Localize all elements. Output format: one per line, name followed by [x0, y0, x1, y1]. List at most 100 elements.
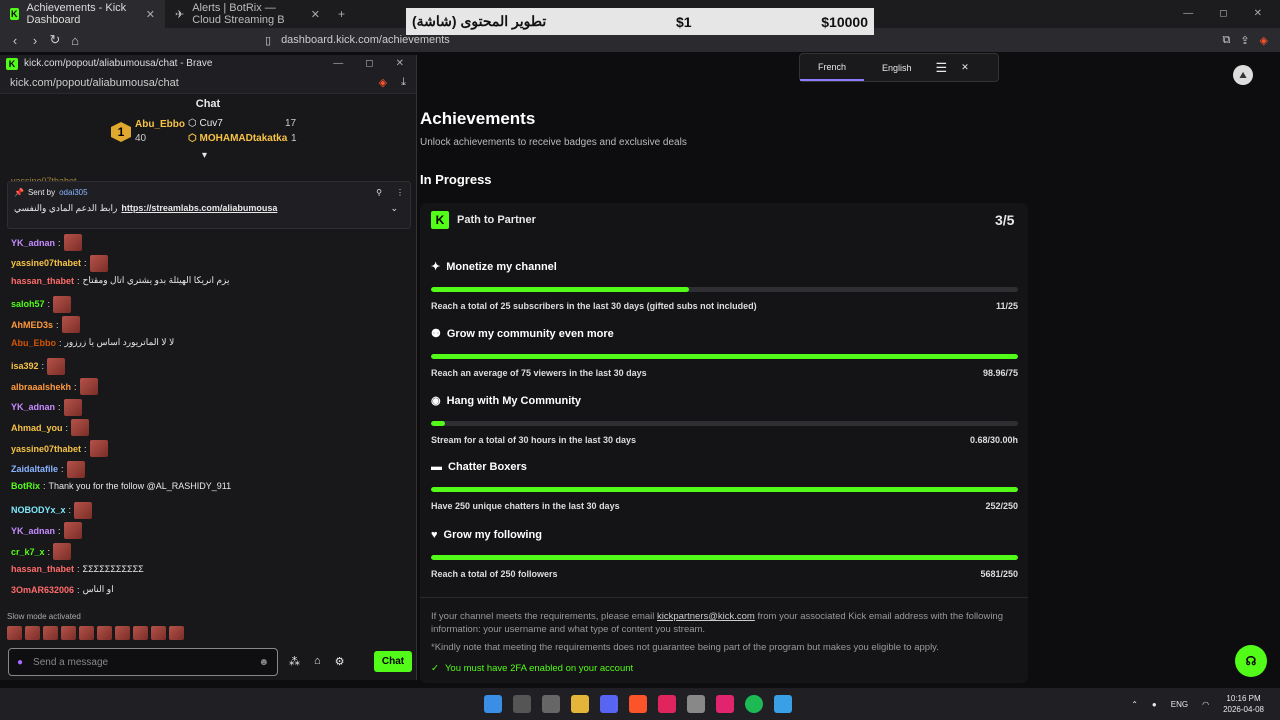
- emote-icon[interactable]: [169, 626, 184, 640]
- chat-username[interactable]: AhMED3s: [11, 320, 53, 330]
- chat-username[interactable]: BotRix: [11, 481, 40, 491]
- leader-count: 40: [135, 133, 147, 144]
- emote-icon[interactable]: [25, 626, 40, 640]
- gear-icon[interactable]: ⚙: [335, 655, 345, 668]
- chat-username[interactable]: NOBODYx_x: [11, 505, 66, 515]
- brave-shield-icon[interactable]: ◈: [1260, 34, 1268, 47]
- chevron-up-icon[interactable]: ⌃: [1131, 700, 1138, 709]
- close-icon[interactable]: ✕: [961, 62, 969, 73]
- clock[interactable]: 10:16 PM 2026-04-08: [1223, 693, 1264, 715]
- app-icon[interactable]: [687, 695, 705, 713]
- chat-text: لا لا الماتريورد اساس يا زرزور: [64, 337, 175, 347]
- menu-icon[interactable]: ☰: [936, 60, 948, 76]
- brave-shield-icon[interactable]: ◈: [379, 76, 387, 89]
- mic-icon[interactable]: ●: [17, 657, 23, 668]
- lang-french[interactable]: French: [800, 54, 865, 81]
- emote-icon[interactable]: [61, 626, 76, 640]
- forward-icon[interactable]: ›: [25, 33, 45, 48]
- chat-username[interactable]: yassine07thabet: [11, 258, 81, 268]
- chat-username[interactable]: Zaidaltafile: [11, 464, 58, 474]
- url-text[interactable]: dashboard.kick.com/achievements: [281, 34, 450, 46]
- store-icon[interactable]: ⌂: [314, 655, 321, 668]
- minimize-icon[interactable]: —: [1183, 8, 1193, 19]
- chat-username[interactable]: saloh57: [11, 299, 45, 309]
- bookmark-icon[interactable]: ▯: [265, 34, 271, 47]
- chat-username[interactable]: YK_adnan: [11, 526, 55, 536]
- emote-icon[interactable]: [7, 626, 22, 640]
- avatar[interactable]: ⛰: [1233, 65, 1253, 85]
- wifi-icon[interactable]: ◠: [1202, 700, 1209, 709]
- reload-icon[interactable]: ↻: [45, 32, 65, 48]
- tab-botrix[interactable]: ✈ Alerts | BotRix — Cloud Streaming B ✕: [165, 0, 330, 28]
- chat-message: NOBODYx_x:: [11, 501, 93, 519]
- chat-username[interactable]: Ahmad_you: [11, 423, 63, 433]
- pinned-text: رابط الدعم المادي والنفسي: [14, 203, 118, 213]
- chat-username[interactable]: 3OmAR632006: [11, 585, 74, 595]
- chat-username[interactable]: YK_adnan: [11, 238, 55, 248]
- chat-username[interactable]: hassan_thabet: [11, 276, 74, 286]
- send-chat-button[interactable]: Chat: [374, 651, 412, 672]
- home-icon[interactable]: ⌂: [65, 33, 85, 48]
- brave-icon[interactable]: [629, 695, 647, 713]
- chat-username[interactable]: albraaalshekh: [11, 382, 71, 392]
- translate-icon[interactable]: ⧉: [1222, 34, 1230, 47]
- chat-username[interactable]: cr_k7_x: [11, 547, 45, 557]
- close-window-icon[interactable]: ✕: [396, 58, 404, 69]
- goal-desc: Reach an average of 75 viewers in the la…: [431, 368, 647, 378]
- kick-icon: K: [10, 8, 19, 20]
- app-icon[interactable]: [774, 695, 792, 713]
- emote-icon[interactable]: [97, 626, 112, 640]
- store-icon[interactable]: [542, 695, 560, 713]
- chat-username[interactable]: Abu_Ebbo: [11, 338, 56, 348]
- chat-username[interactable]: hassan_thabet: [11, 564, 74, 574]
- goal-desc: Have 250 unique chatters in the last 30 …: [431, 501, 620, 511]
- pinned-link[interactable]: https://streamlabs.com/aliabumousa: [121, 203, 277, 214]
- new-tab-icon[interactable]: +: [330, 7, 353, 21]
- popup-url: kick.com/popout/aliabumousa/chat: [10, 76, 179, 89]
- close-window-icon[interactable]: ✕: [1254, 8, 1262, 19]
- lang-english[interactable]: English: [864, 54, 930, 81]
- leader-name[interactable]: Abu_Ebbo: [135, 119, 185, 130]
- emote-icon[interactable]: [133, 626, 148, 640]
- app-icon[interactable]: [716, 695, 734, 713]
- leader-name[interactable]: ⬡ MOHAMADtakatka: [188, 133, 287, 144]
- back-icon[interactable]: ‹: [5, 33, 25, 48]
- unpin-icon[interactable]: ⚲: [376, 188, 382, 197]
- points-icon[interactable]: ⁂: [289, 655, 300, 668]
- chat-username[interactable]: isa392: [11, 361, 39, 371]
- more-icon[interactable]: ⋮: [396, 188, 404, 197]
- windows-start-icon[interactable]: [484, 695, 502, 713]
- chevron-down-icon[interactable]: ⌄: [390, 203, 398, 214]
- emoji-icon[interactable]: ☻: [258, 657, 269, 668]
- expand-icon[interactable]: ▾: [202, 150, 207, 161]
- maximize-icon[interactable]: ◻: [1219, 8, 1227, 19]
- pinned-author[interactable]: odai305: [59, 188, 87, 197]
- tab-achievements[interactable]: K Achievements - Kick Dashboard ✕: [0, 0, 165, 28]
- emote-icon[interactable]: [115, 626, 130, 640]
- app-icon[interactable]: [658, 695, 676, 713]
- emote-icon[interactable]: [79, 626, 94, 640]
- share-icon[interactable]: ⇪: [1240, 34, 1249, 47]
- search-icon[interactable]: [513, 695, 531, 713]
- spotify-icon[interactable]: [745, 695, 763, 713]
- download-icon[interactable]: ⤓: [401, 76, 406, 89]
- chat-input[interactable]: ● Send a message ☻: [8, 648, 278, 676]
- maximize-icon[interactable]: ◻: [365, 58, 373, 69]
- close-tab-icon[interactable]: ✕: [146, 8, 155, 21]
- explorer-icon[interactable]: [571, 695, 589, 713]
- colon: :: [65, 422, 69, 433]
- discord-icon[interactable]: [600, 695, 618, 713]
- chat-username[interactable]: yassine07thabet: [11, 444, 81, 454]
- leader-name[interactable]: ⬡ Cuv7: [188, 118, 223, 129]
- emote-icon[interactable]: [151, 626, 166, 640]
- emote-icon[interactable]: [43, 626, 58, 640]
- chat-username[interactable]: YK_adnan: [11, 402, 55, 412]
- minimize-icon[interactable]: —: [333, 58, 343, 69]
- check-icon: ✓: [431, 663, 439, 674]
- support-button[interactable]: ☊: [1235, 645, 1267, 677]
- email-link[interactable]: kickpartners@kick.com: [657, 611, 755, 622]
- close-tab-icon[interactable]: ✕: [311, 8, 320, 21]
- input-language[interactable]: ENG: [1171, 700, 1188, 709]
- clock-time: 10:16 PM: [1226, 694, 1261, 703]
- mic-icon[interactable]: ●: [1152, 700, 1157, 709]
